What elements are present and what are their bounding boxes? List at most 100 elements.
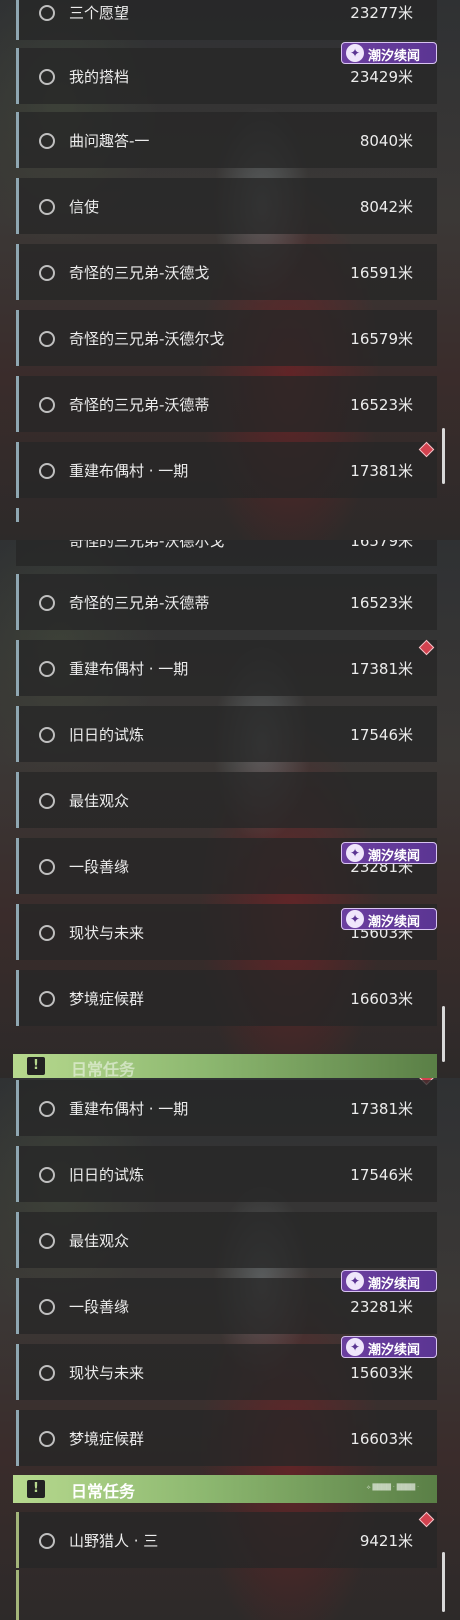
quest-name: 一段善缘 [69, 858, 130, 876]
quest-distance: 8042米 [359, 198, 413, 216]
row-accent-bar [16, 970, 19, 1026]
quest-distance: 16579米 [350, 540, 413, 550]
quest-row[interactable]: 旧日的试炼 17546米 [16, 706, 437, 762]
row-accent-bar [16, 1212, 19, 1268]
quest-distance: 17381米 [350, 660, 413, 678]
quest-row[interactable]: 最佳观众 [16, 772, 437, 828]
exclamation-icon: ! [27, 1480, 45, 1498]
quest-name: 梦境症候群 [69, 1430, 145, 1448]
row-accent-bar [16, 48, 19, 104]
row-accent-bar [16, 772, 19, 828]
quest-distance: 16579米 [350, 330, 413, 348]
tide-badge-label: 潮汐续闻 [368, 849, 421, 864]
quest-distance: 8040米 [359, 132, 413, 150]
quest-distance: 23429米 [350, 68, 413, 86]
quest-status-circle-icon [39, 595, 55, 611]
quest-row[interactable]: 梦境症候群 16603米 [16, 1410, 437, 1466]
tide-badge-label: 潮汐续闻 [368, 1343, 421, 1358]
quest-status-circle-icon [39, 859, 55, 875]
row-accent-bar [16, 574, 19, 630]
row-accent-bar [16, 904, 19, 960]
scrollbar-thumb[interactable] [442, 1006, 445, 1062]
quest-row[interactable]: 重建布偶村 · 一期 17381米 [16, 640, 437, 696]
quest-status-circle-icon [39, 925, 55, 941]
quest-row[interactable]: 最佳观众 [16, 1212, 437, 1268]
quest-distance: 16603米 [350, 990, 413, 1008]
quest-row[interactable]: 奇怪的三兄弟-沃德戈 16591米 [16, 244, 437, 300]
exclamation-icon: ! [27, 1057, 45, 1075]
daily-quest-row[interactable]: 山野猎人 · 三 9421米 [16, 1512, 437, 1568]
row-accent-bar [16, 442, 19, 498]
quest-name: 山野猎人 · 三 [69, 1532, 159, 1550]
scrollbar-thumb[interactable] [442, 428, 445, 484]
quest-name: 梦境症候群 [69, 990, 145, 1008]
quest-row[interactable]: 旧日的试炼 17546米 [16, 1146, 437, 1202]
quest-row[interactable]: 信使 8042米 [16, 178, 437, 234]
tide-badge: ✦ 潮汐续闻 [341, 842, 437, 864]
quest-name: 奇怪的三兄弟-沃德蒂 [69, 594, 210, 612]
quest-name: 重建布偶村 · 一期 [69, 1100, 189, 1118]
quest-distance: 16603米 [350, 1430, 413, 1448]
quest-status-circle-icon [39, 5, 55, 21]
quest-name: 信使 [69, 198, 100, 216]
row-accent-bar [16, 1278, 19, 1334]
tide-badge-icon: ✦ [346, 844, 364, 862]
section-title: 日常任务 [71, 1482, 136, 1501]
tide-badge-icon: ✦ [346, 44, 364, 62]
quest-name: 现状与未来 [69, 1364, 145, 1382]
row-accent-bar [16, 1080, 19, 1136]
daily-quest-header[interactable]: ! 日常任务 ⟡ ████ · ████ · [13, 1475, 437, 1503]
tide-badge: ✦ 潮汐续闻 [341, 1336, 437, 1358]
row-accent-bar [16, 1146, 19, 1202]
quest-status-circle-icon [39, 1365, 55, 1381]
quest-distance: 17381米 [350, 462, 413, 480]
quest-row[interactable]: 重建布偶村 · 一期 17381米 [16, 442, 437, 498]
daily-quest-header-partial[interactable]: ! 日常任务 [13, 1054, 437, 1078]
tide-badge-icon: ✦ [346, 910, 364, 928]
quest-name: 最佳观众 [69, 792, 130, 810]
quest-status-circle-icon [39, 69, 55, 85]
quest-name: 一段善缘 [69, 1298, 130, 1316]
quest-list-panel-1: 三个愿望 23277米 我的搭档 23429米 ✦ 潮汐续闻 曲问趣答-一 80… [0, 0, 460, 540]
quest-row[interactable]: 重建布偶村 · 一期 17381米 [16, 1080, 437, 1136]
quest-distance: 15603米 [350, 1364, 413, 1382]
tide-badge-icon: ✦ [346, 1338, 364, 1356]
row-accent-bar [16, 838, 19, 894]
quest-status-circle-icon [39, 463, 55, 479]
quest-name: 重建布偶村 · 一期 [69, 462, 189, 480]
quest-status-circle-icon [39, 1533, 55, 1549]
quest-distance: 9421米 [359, 1532, 413, 1550]
row-accent-bar [16, 508, 19, 522]
quest-name: 旧日的试炼 [69, 1166, 145, 1184]
tide-badge-icon: ✦ [346, 1272, 364, 1290]
quest-row-partial[interactable]: 奇怪的三兄弟-沃德尔戈 16579米 [16, 540, 437, 566]
tide-badge: ✦ 潮汐续闻 [341, 42, 437, 64]
row-accent-bar [16, 244, 19, 300]
quest-status-circle-icon [39, 793, 55, 809]
quest-row[interactable]: 奇怪的三兄弟-沃德蒂 16523米 [16, 376, 437, 432]
quest-name: 重建布偶村 · 一期 [69, 660, 189, 678]
quest-row[interactable]: 梦境症候群 16603米 [16, 970, 437, 1026]
quest-name: 奇怪的三兄弟-沃德蒂 [69, 396, 210, 414]
quest-row[interactable]: 奇怪的三兄弟-沃德尔戈 16579米 [16, 310, 437, 366]
quest-distance: 17381米 [350, 1100, 413, 1118]
quest-status-circle-icon [39, 331, 55, 347]
quest-status-circle-icon [39, 1299, 55, 1315]
quest-name: 三个愿望 [69, 4, 130, 22]
quest-status-circle-icon [39, 1167, 55, 1183]
tide-badge: ✦ 潮汐续闻 [341, 908, 437, 930]
quest-status-circle-icon [39, 265, 55, 281]
quest-row[interactable]: 三个愿望 23277米 [16, 0, 437, 40]
row-accent-bar [16, 706, 19, 762]
scrollbar-thumb[interactable] [442, 1552, 445, 1612]
quest-distance: 23277米 [350, 4, 413, 22]
quest-status-circle-icon [39, 199, 55, 215]
tide-badge-label: 潮汐续闻 [368, 49, 421, 64]
quest-name: 奇怪的三兄弟-沃德尔戈 [69, 540, 225, 550]
quest-status-circle-icon [39, 1101, 55, 1117]
quest-list-panel-2: 奇怪的三兄弟-沃德尔戈 16579米 奇怪的三兄弟-沃德蒂 16523米 重建布… [0, 540, 460, 1078]
quest-row[interactable]: 曲问趣答-一 8040米 [16, 112, 437, 168]
quest-status-circle-icon [39, 133, 55, 149]
quest-name: 奇怪的三兄弟-沃德尔戈 [69, 330, 225, 348]
quest-row[interactable]: 奇怪的三兄弟-沃德蒂 16523米 [16, 574, 437, 630]
